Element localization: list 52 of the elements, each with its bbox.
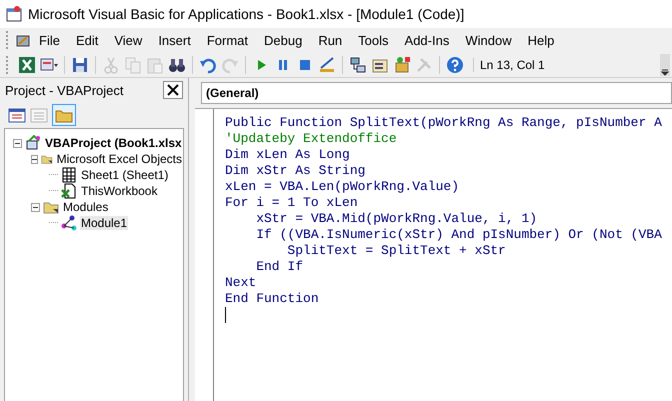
menu-item[interactable]: Edit [68, 30, 106, 50]
cursor-position: Ln 13, Col 1 [473, 58, 658, 72]
form-icon[interactable] [40, 56, 58, 74]
code-line: xStr = VBA.Mid(pWorkRng.Value, i, 1) [255, 211, 538, 227]
code-line: Dim xStr As String [225, 163, 366, 179]
excel-icon[interactable] [18, 56, 36, 74]
code-line: End Function [225, 291, 320, 307]
code-line: Public Function SplitText(pWorkRng As Range, pIsNumber A [225, 115, 662, 131]
collapse-toggle[interactable] [13, 138, 22, 148]
menu-item[interactable]: Insert [150, 30, 199, 50]
view-code-icon[interactable] [8, 106, 26, 124]
menu-item[interactable]: View [106, 30, 150, 50]
collapse-toggle[interactable] [31, 202, 40, 212]
tree-item[interactable]: Sheet1 (Sheet1) [80, 168, 170, 182]
app-icon [6, 6, 22, 22]
menu-item[interactable]: Tools [350, 30, 397, 50]
code-editor[interactable] [195, 108, 672, 401]
help-icon[interactable] [446, 56, 464, 74]
window-title: Microsoft Visual Basic for Applications - Book1.xlsx - [Module1 (Code)] [28, 6, 464, 22]
code-line: xLen = VBA.Len(pWorkRng.Value) [225, 179, 460, 195]
code-line: SplitText = SplitText + xStr [286, 243, 507, 259]
folder-toggle[interactable] [52, 104, 76, 126]
menu-item[interactable]: Format [198, 30, 256, 50]
code-comment: 'Updateby Extendoffice [225, 131, 398, 147]
panel-title: Project - VBAProject [5, 82, 124, 98]
object-dropdown[interactable]: (General) [201, 82, 672, 104]
tree-icon[interactable] [349, 56, 367, 74]
objects-icon[interactable] [393, 56, 411, 74]
tree-item[interactable]: Modules [62, 200, 110, 214]
menu-item[interactable]: Help [520, 30, 562, 50]
code-line: Dim xLen As Long [225, 147, 351, 163]
ruler-icon[interactable] [318, 56, 336, 74]
workbook-icon [61, 183, 77, 199]
tree-item[interactable]: VBAProject (Book1.xlsx [44, 136, 183, 150]
close-button[interactable] [163, 81, 183, 99]
tree-item[interactable]: Microsoft Excel Objects [56, 152, 183, 166]
menu-item[interactable]: Window [457, 30, 520, 50]
code-line: End If [255, 259, 304, 275]
menu-item[interactable]: File [31, 30, 68, 50]
menu-item[interactable]: Add-Ins [396, 30, 458, 50]
module-icon [61, 215, 77, 231]
code-line: Next [225, 275, 258, 291]
save-icon[interactable] [71, 56, 89, 74]
menu-item[interactable]: Run [310, 30, 350, 50]
code-line: For i = 1 To xLen [225, 195, 359, 211]
collapse-toggle[interactable] [31, 154, 38, 164]
code-line: If ((VBA.IsNumeric(xStr) And pIsNumber) Or (Not (VBA [255, 227, 662, 243]
tree-item[interactable]: ThisWorkbook [80, 184, 158, 198]
project-icon [25, 135, 41, 151]
sheet-icon [61, 167, 77, 183]
tree-item[interactable]: Module1 [80, 216, 128, 230]
menu-item[interactable]: Debug [256, 30, 310, 50]
